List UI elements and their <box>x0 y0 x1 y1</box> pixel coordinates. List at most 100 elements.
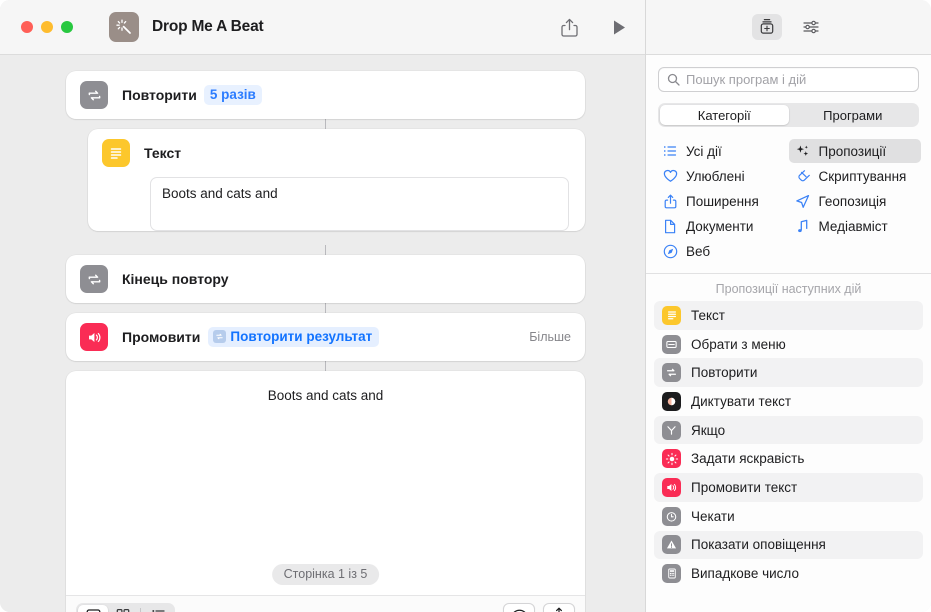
category-item-favorites[interactable]: Улюблені <box>656 164 789 188</box>
suggestion-item-show-alert[interactable]: Показати оповіщення <box>654 530 923 560</box>
zoom-button[interactable] <box>61 21 73 33</box>
play-icon[interactable] <box>607 16 631 40</box>
suggestion-item-repeat[interactable]: Повторити <box>654 358 923 388</box>
suggestion-label: Чекати <box>691 508 735 524</box>
category-label: Геопозиція <box>818 193 887 209</box>
category-item-location[interactable]: Геопозиція <box>789 189 922 213</box>
search-box[interactable] <box>658 67 919 92</box>
suggestion-label: Диктувати текст <box>691 393 792 409</box>
search-container <box>646 55 931 92</box>
more-options-button[interactable]: Більше <box>529 330 571 344</box>
category-item-suggestions[interactable]: Пропозиції <box>788 139 921 163</box>
share-icon[interactable] <box>557 16 581 40</box>
suggestion-label: Якщо <box>691 422 726 438</box>
suggestion-item-text[interactable]: Текст <box>654 301 923 330</box>
action-header[interactable]: Текст <box>88 129 585 177</box>
eye-icon[interactable] <box>503 602 535 612</box>
category-label: Скриптування <box>818 168 907 184</box>
category-item-media[interactable]: Медіавміст <box>789 214 922 238</box>
action-card-text[interactable]: Текст Boots and cats and <box>88 129 585 231</box>
suggestion-label: Повторити <box>691 365 758 381</box>
library-tabs[interactable]: Категорії Програми <box>658 103 919 127</box>
category-label: Медіавміст <box>818 218 888 234</box>
shortcut-title[interactable]: Drop Me A Beat <box>152 18 264 36</box>
action-header[interactable]: Кінець повтору <box>66 255 585 303</box>
share-icon[interactable] <box>543 602 575 612</box>
close-button[interactable] <box>21 21 33 33</box>
scripting-icon <box>795 168 811 184</box>
sparkles-icon <box>795 143 811 159</box>
minimize-button[interactable] <box>41 21 53 33</box>
suggestion-item-random-number[interactable]: Випадкове число <box>654 559 923 588</box>
suggestion-item-speak-text[interactable]: Промовити текст <box>654 473 923 502</box>
view-mode-segmented-control[interactable] <box>76 602 175 612</box>
repeat-icon <box>80 81 108 109</box>
suggestions-list[interactable]: Текст Обрати з меню Повторити Диктувати … <box>646 301 931 612</box>
category-item-all-actions[interactable]: Усі дії <box>656 139 789 163</box>
suggestion-item-choose-from-menu[interactable]: Обрати з меню <box>654 330 923 359</box>
category-item-web[interactable]: Веб <box>656 239 789 263</box>
suggestion-item-set-brightness[interactable]: Задати яскравість <box>654 444 923 473</box>
category-label: Документи <box>686 218 754 234</box>
action-header[interactable]: Промовити Повторити результат Більше <box>66 313 585 361</box>
repeat-icon <box>662 363 681 383</box>
repeat-icon <box>213 330 227 343</box>
grid-view-button[interactable] <box>108 605 138 612</box>
token-label: Повторити результат <box>230 329 373 344</box>
heart-icon <box>662 168 678 184</box>
preview-output-text: Boots and cats and <box>267 388 384 403</box>
repeat-count-pill[interactable]: 5 разів <box>203 85 262 105</box>
connector-line <box>324 303 327 313</box>
category-column-left: Усі дії Улюблені Поширення Документи Веб <box>656 139 789 263</box>
category-item-scripting[interactable]: Скриптування <box>789 164 922 188</box>
search-icon <box>667 73 680 86</box>
category-label: Поширення <box>686 193 759 209</box>
document-icon <box>662 218 678 234</box>
traffic-lights[interactable] <box>21 21 73 33</box>
if-branch-icon <box>662 420 681 440</box>
text-input-field[interactable]: Boots and cats and <box>150 177 569 231</box>
search-input[interactable] <box>686 72 910 87</box>
speaker-icon <box>662 477 681 497</box>
sliders-icon[interactable] <box>796 14 826 40</box>
inspector-toolbar <box>646 0 931 55</box>
library-inspector-pane: Категорії Програми <box>645 0 931 612</box>
suggestion-label: Випадкове число <box>691 566 799 582</box>
divider <box>140 608 141 612</box>
action-title: Текст <box>144 145 182 161</box>
add-action-icon[interactable] <box>751 14 782 40</box>
action-header[interactable]: Повторити 5 разів <box>66 71 585 119</box>
workflow-canvas: Повторити 5 разів Текст Boots and cats a… <box>0 55 645 612</box>
suggestion-label: Обрати з меню <box>691 336 786 352</box>
category-item-documents[interactable]: Документи <box>656 214 789 238</box>
category-column-right: Пропозиції Скриптування Геопозиція Медіа… <box>788 139 922 263</box>
suggestion-item-dictate-text[interactable]: Диктувати текст <box>654 387 923 416</box>
nested-group: Текст Boots and cats and <box>88 129 585 231</box>
action-card-speak[interactable]: Промовити Повторити результат Більше <box>66 313 585 361</box>
suggestions-header: Пропозиції наступних дій <box>715 282 862 296</box>
suggestion-item-if[interactable]: Якщо <box>654 415 923 445</box>
page-indicator: Сторінка 1 із 5 <box>271 564 380 585</box>
output-preview-card: Boots and cats and Сторінка 1 із 5 <box>66 371 585 612</box>
action-card-repeat[interactable]: Повторити 5 разів <box>66 71 585 119</box>
location-arrow-icon <box>795 193 811 209</box>
tab-categories[interactable]: Категорії <box>660 105 789 125</box>
suggestion-label: Текст <box>691 307 725 323</box>
category-label: Улюблені <box>686 168 745 184</box>
suggestion-label: Промовити текст <box>691 479 798 495</box>
category-label: Пропозиції <box>818 143 887 159</box>
action-card-end-repeat[interactable]: Кінець повтору <box>66 255 585 303</box>
repeat-icon <box>80 265 108 293</box>
preview-body: Boots and cats and Сторінка 1 із 5 <box>66 371 585 595</box>
tab-apps[interactable]: Програми <box>789 105 918 125</box>
suggestion-label: Задати яскравість <box>691 451 805 467</box>
category-grid: Усі дії Улюблені Поширення Документи Веб… <box>646 127 931 274</box>
variable-token[interactable]: Повторити результат <box>208 327 380 347</box>
titlebar-actions <box>557 0 631 55</box>
category-label: Усі дії <box>686 143 722 159</box>
single-page-view-button[interactable] <box>78 604 108 612</box>
list-view-button[interactable] <box>143 605 173 612</box>
suggestion-item-wait[interactable]: Чекати <box>654 502 923 531</box>
category-item-sharing[interactable]: Поширення <box>656 189 789 213</box>
menu-icon <box>662 334 681 354</box>
